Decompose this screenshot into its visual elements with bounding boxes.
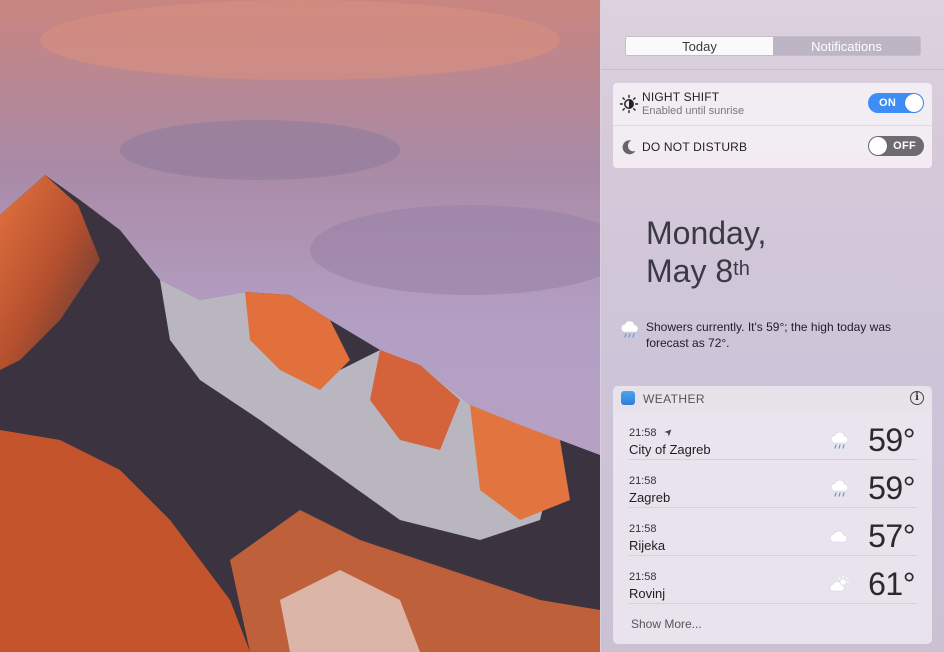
cloud-rain-icon: [620, 320, 639, 338]
notification-center-panel: Today Notifications NIGHT SHIFT Enabled …: [600, 0, 944, 652]
do-not-disturb-title: DO NOT DISTURB: [642, 140, 748, 154]
night-shift-row: NIGHT SHIFT Enabled until sunrise ON: [613, 83, 932, 126]
night-shift-toggle-label: ON: [879, 97, 897, 109]
show-more-link[interactable]: Show More...: [631, 617, 702, 631]
toggle-knob: [869, 137, 887, 155]
night-shift-title: NIGHT SHIFT: [642, 90, 720, 104]
date-suffix: th: [733, 258, 750, 280]
tab-today[interactable]: Today: [626, 37, 773, 55]
weather-row[interactable]: 21:58 Rovinj 61°: [629, 555, 917, 604]
weather-row[interactable]: 21:58 ➤ City of Zagreb 59°: [629, 411, 917, 460]
info-icon[interactable]: i: [910, 391, 924, 405]
tab-notifications[interactable]: Notifications: [773, 37, 920, 55]
cloud-rain-icon: [830, 479, 849, 497]
location-arrow-icon: ➤: [662, 425, 677, 440]
date-weekday: Monday,: [646, 215, 767, 251]
weather-summary-text: Showers currently. It's 59°; the high to…: [646, 320, 891, 350]
date-display: Monday, May 8th: [646, 214, 766, 290]
weather-temp: 59°: [868, 422, 915, 458]
weather-city: Zagreb: [629, 490, 671, 505]
date-month-day-wrap: May 8th: [646, 252, 766, 290]
toggles-widget: NIGHT SHIFT Enabled until sunrise ON DO …: [613, 83, 932, 168]
weather-city: City of Zagreb: [629, 442, 711, 457]
weather-temp: 61°: [868, 566, 915, 602]
night-shift-subtitle: Enabled until sunrise: [642, 105, 745, 117]
weather-widget-title: WEATHER: [643, 392, 705, 406]
header-divider: [601, 69, 944, 70]
weather-temp: 57°: [868, 518, 915, 554]
weather-app-icon: [621, 391, 635, 405]
weather-widget: WEATHER i 21:58 ➤ City of Zagreb 59° 21:…: [613, 386, 932, 644]
mountain-landscape: [0, 0, 600, 652]
do-not-disturb-toggle[interactable]: OFF: [868, 136, 924, 156]
toggle-knob: [905, 94, 923, 112]
weather-temp: 59°: [868, 470, 915, 506]
weather-time: 21:58: [629, 427, 657, 439]
cloud-rain-icon: [830, 431, 849, 449]
weather-city: Rijeka: [629, 538, 666, 553]
weather-time: 21:58: [629, 475, 657, 487]
weather-time: 21:58: [629, 571, 657, 583]
weather-time: 21:58: [629, 523, 657, 535]
today-notifications-tabs: Today Notifications: [625, 36, 921, 56]
weather-widget-header: WEATHER i: [613, 386, 932, 411]
desktop-wallpaper: [0, 0, 600, 652]
sun-cloud-icon: [829, 575, 850, 592]
date-month-day: May 8: [646, 253, 734, 289]
moon-icon: [622, 140, 636, 155]
cloud-icon: [829, 530, 848, 543]
night-shift-toggle[interactable]: ON: [868, 93, 924, 113]
sun-moon-icon: [619, 94, 639, 114]
weather-city: Rovinj: [629, 586, 666, 601]
weather-row[interactable]: 21:58 Rijeka 57°: [629, 507, 917, 556]
weather-row[interactable]: 21:58 Zagreb 59°: [629, 459, 917, 508]
do-not-disturb-row: DO NOT DISTURB OFF: [613, 126, 932, 168]
do-not-disturb-toggle-label: OFF: [893, 140, 916, 152]
